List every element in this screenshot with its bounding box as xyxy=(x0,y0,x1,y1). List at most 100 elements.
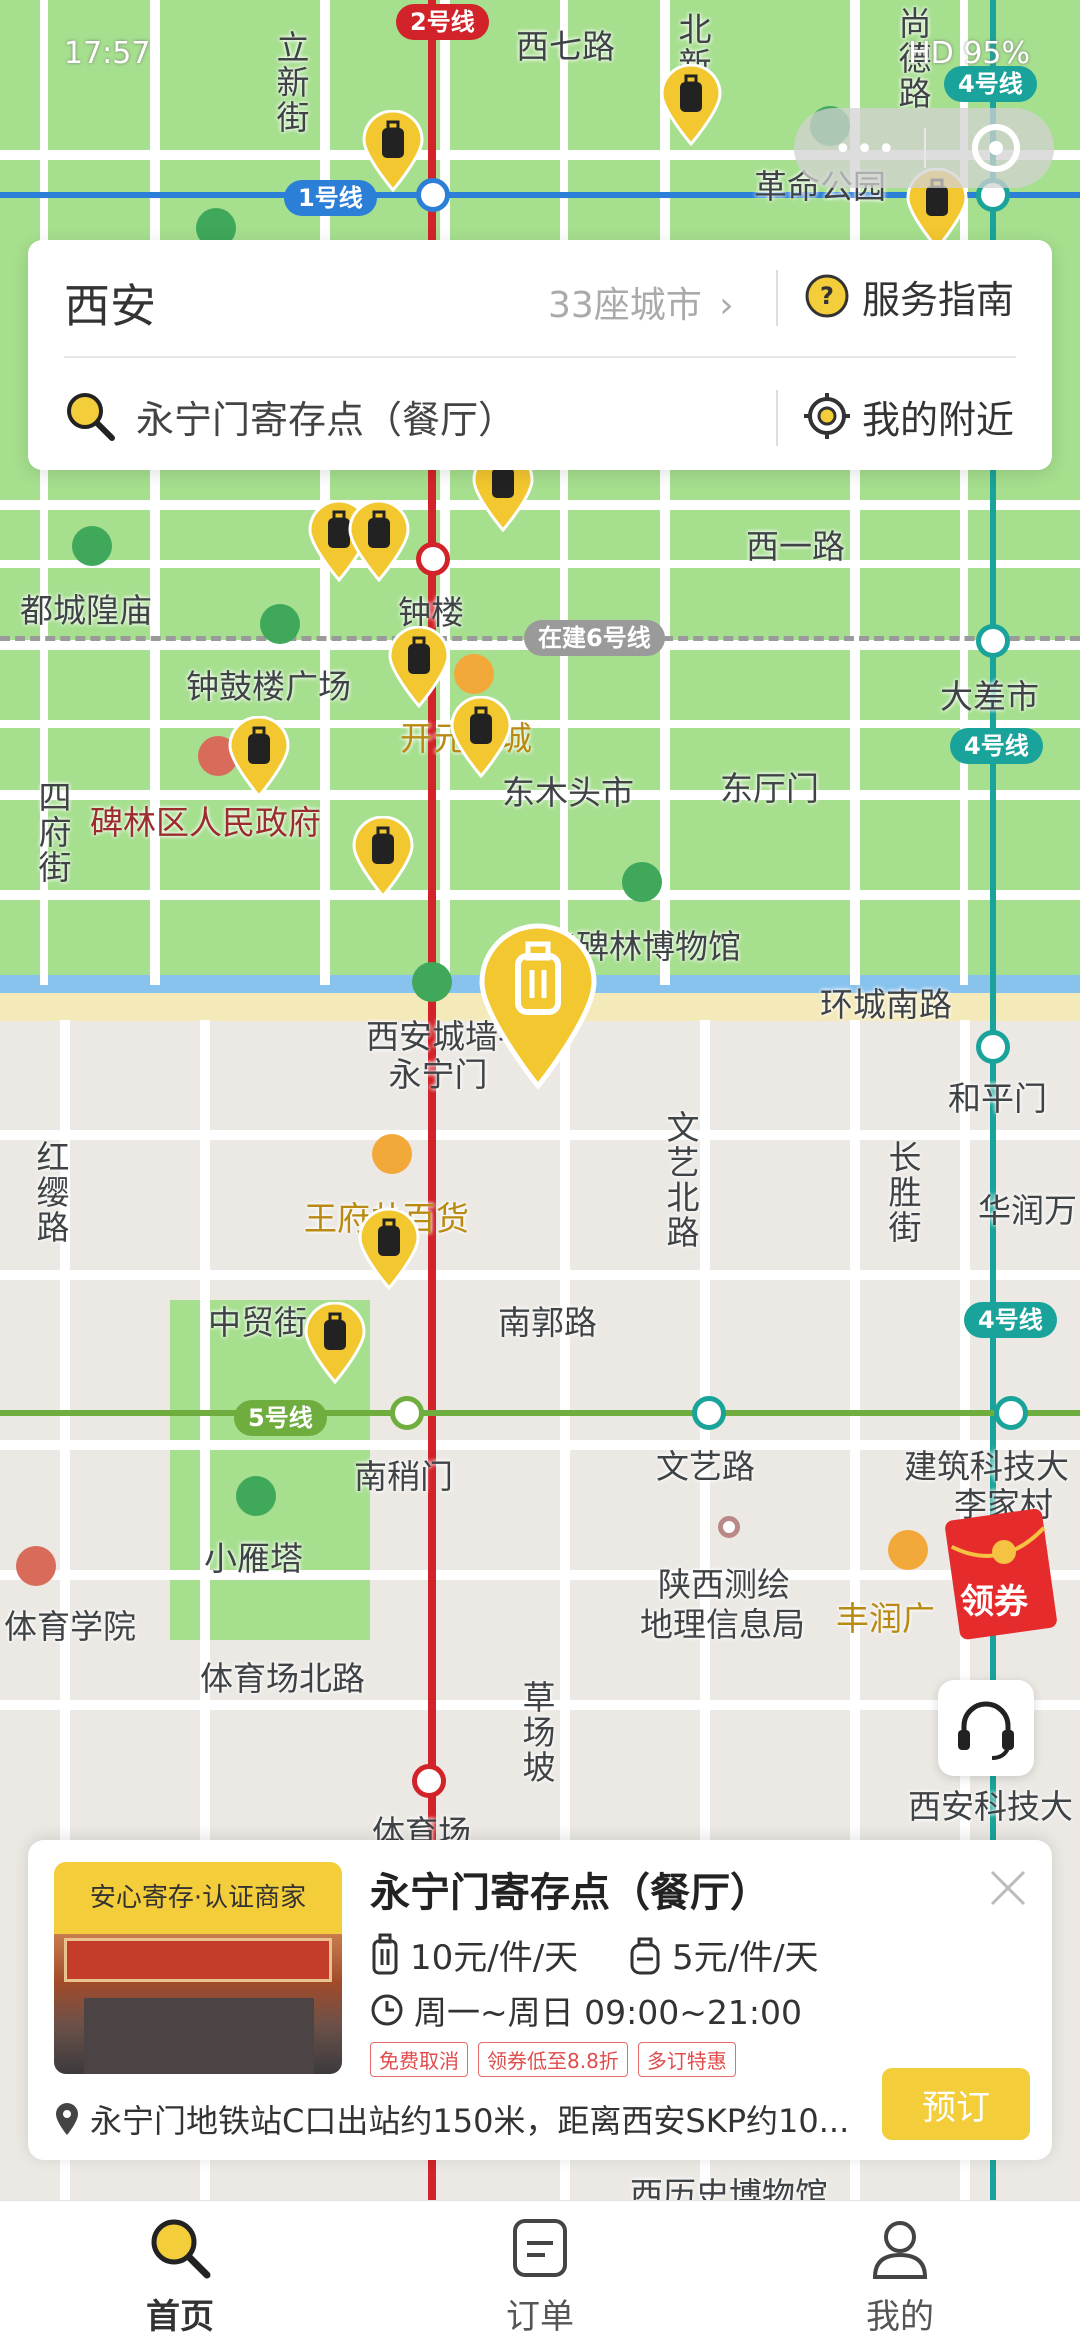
storage-pin[interactable] xyxy=(448,696,514,778)
price-luggage-value: 10元/件/天 xyxy=(410,1938,579,1978)
store-info-card[interactable]: 安心寄存·认证商家 永宁门寄存点（餐厅） 10元/件/天 5元/件/天 周一~周… xyxy=(28,1840,1052,2160)
customer-service-button[interactable] xyxy=(938,1680,1034,1776)
selected-storage-pin[interactable] xyxy=(476,920,600,1090)
more-icon[interactable]: ••• xyxy=(834,132,899,167)
nav-item-profile[interactable]: 我的 xyxy=(720,2201,1080,2340)
suitcase-icon xyxy=(372,1933,398,1974)
business-hours: 周一~周日 09:00~21:00 xyxy=(370,1986,802,2034)
bank-icon xyxy=(260,604,300,644)
nav-item-home[interactable]: 首页 xyxy=(0,2201,360,2340)
locate-icon xyxy=(804,393,850,439)
map-label: 都城隍庙 xyxy=(20,591,152,630)
promo-tag: 多订特惠 xyxy=(637,2042,736,2077)
price-bag: 5元/件/天 xyxy=(628,1930,819,1979)
map-label: 大差市 xyxy=(940,677,1039,716)
metro-tag-line4: 4号线 xyxy=(950,728,1043,764)
map-label: 中贸街 xyxy=(208,1303,307,1342)
search-input[interactable]: 永宁门寄存点（餐厅） xyxy=(64,376,764,456)
status-indicators: HD 95% xyxy=(908,36,1030,71)
business-hours-value: 周一~周日 09:00~21:00 xyxy=(414,1993,802,2032)
map-label: 钟鼓楼广场 xyxy=(186,667,351,706)
storage-pin[interactable] xyxy=(356,1208,422,1290)
street xyxy=(320,0,330,985)
store-address[interactable]: 永宁门地铁站C口出站约150米，距离西安SKP约10... xyxy=(54,2096,874,2142)
map-label: 丰润广 xyxy=(836,1599,935,1638)
map-label: 和平门 xyxy=(948,1079,1047,1118)
map-label: 南郭路 xyxy=(498,1303,597,1342)
map-label: 体育学院 xyxy=(4,1607,136,1646)
headset-icon xyxy=(958,1701,1014,1760)
coupon-button[interactable]: 领券 xyxy=(942,1500,1070,1648)
shop-icon xyxy=(372,1134,412,1174)
storage-pin[interactable] xyxy=(386,626,452,708)
nav-item-orders[interactable]: 订单 xyxy=(360,2201,720,2340)
price-bag-value: 5元/件/天 xyxy=(672,1938,819,1978)
backpack-icon xyxy=(630,1937,660,1974)
search-icon xyxy=(67,393,115,441)
map-label: 东木头市 xyxy=(502,773,634,812)
search-value: 永宁门寄存点（餐厅） xyxy=(136,397,517,442)
storage-pin[interactable] xyxy=(346,500,412,582)
coupon-label: 领券 xyxy=(960,1582,1028,1622)
street xyxy=(0,1270,1080,1280)
divider xyxy=(64,356,1016,358)
order-icon xyxy=(513,2219,567,2277)
city-selector[interactable]: 西安 xyxy=(64,270,156,336)
street xyxy=(0,720,1080,728)
map-label: 西一路 xyxy=(746,527,845,566)
metro-tag-line5: 5号线 xyxy=(234,1400,327,1436)
my-nearby-label: 我的附近 xyxy=(862,397,1015,442)
divider xyxy=(776,270,778,326)
close-icon[interactable] xyxy=(986,1866,1030,1910)
chevron-right-icon: › xyxy=(719,285,734,326)
search-card: 西安 33座城市 › ? 服务指南 永宁门寄存点（餐厅） 我的附近 xyxy=(28,240,1052,470)
metro-station[interactable] xyxy=(412,1764,446,1798)
nav-label: 我的 xyxy=(866,2297,934,2337)
map-label: 文艺北路 xyxy=(661,1110,700,1250)
location-dot-icon xyxy=(718,1516,740,1538)
metro-tag-line4: 4号线 xyxy=(964,1302,1057,1338)
street xyxy=(0,1130,1080,1140)
street xyxy=(560,0,568,985)
status-bar: 17:57 HD 95% xyxy=(0,0,1080,110)
metro-station[interactable] xyxy=(994,1396,1028,1430)
metro-tag-line6: 在建6号线 xyxy=(524,620,665,656)
map-label: 地理信息局 xyxy=(640,1605,805,1644)
street xyxy=(660,0,670,985)
storage-pin[interactable] xyxy=(350,816,416,898)
metro-station[interactable] xyxy=(976,624,1010,658)
map-label: 东厅门 xyxy=(720,769,819,808)
metro-station[interactable] xyxy=(692,1396,726,1430)
help-icon: ? xyxy=(805,274,849,318)
museum-icon xyxy=(622,862,662,902)
city-count-label: 33座城市 xyxy=(548,285,702,326)
street xyxy=(0,890,1080,900)
service-guide-button[interactable]: ? 服务指南 xyxy=(804,266,1014,326)
city-count-link[interactable]: 33座城市 › xyxy=(548,276,734,328)
metro-station[interactable] xyxy=(390,1396,424,1430)
clock-icon xyxy=(371,1994,403,2026)
map-label: 文艺路 xyxy=(656,1447,755,1486)
svg-text:?: ? xyxy=(820,282,834,310)
camera-icon xyxy=(236,1476,276,1516)
storage-pin[interactable] xyxy=(360,110,426,192)
store-photo[interactable] xyxy=(54,1934,342,2074)
storefront-door xyxy=(84,1998,314,2074)
shop-icon xyxy=(454,654,494,694)
miniprogram-capsule[interactable]: ••• xyxy=(794,108,1054,188)
map-label: 体育场北路 xyxy=(200,1659,365,1698)
my-nearby-button[interactable]: 我的附近 xyxy=(804,386,1014,446)
search-icon xyxy=(151,2219,211,2279)
metro-station[interactable] xyxy=(976,1030,1010,1064)
book-button[interactable]: 预订 xyxy=(882,2068,1030,2140)
close-miniprogram-icon[interactable] xyxy=(972,124,1020,172)
divider xyxy=(776,390,778,446)
metro-station[interactable] xyxy=(416,542,450,576)
storage-pin[interactable] xyxy=(302,1302,368,1384)
map-label: 草场坡 xyxy=(517,1680,556,1785)
map-label: 华润万 xyxy=(978,1191,1077,1230)
storage-pin[interactable] xyxy=(226,716,292,798)
price-luggage: 10元/件/天 xyxy=(370,1930,578,1979)
camera-icon xyxy=(412,962,452,1002)
school-icon xyxy=(16,1546,56,1586)
